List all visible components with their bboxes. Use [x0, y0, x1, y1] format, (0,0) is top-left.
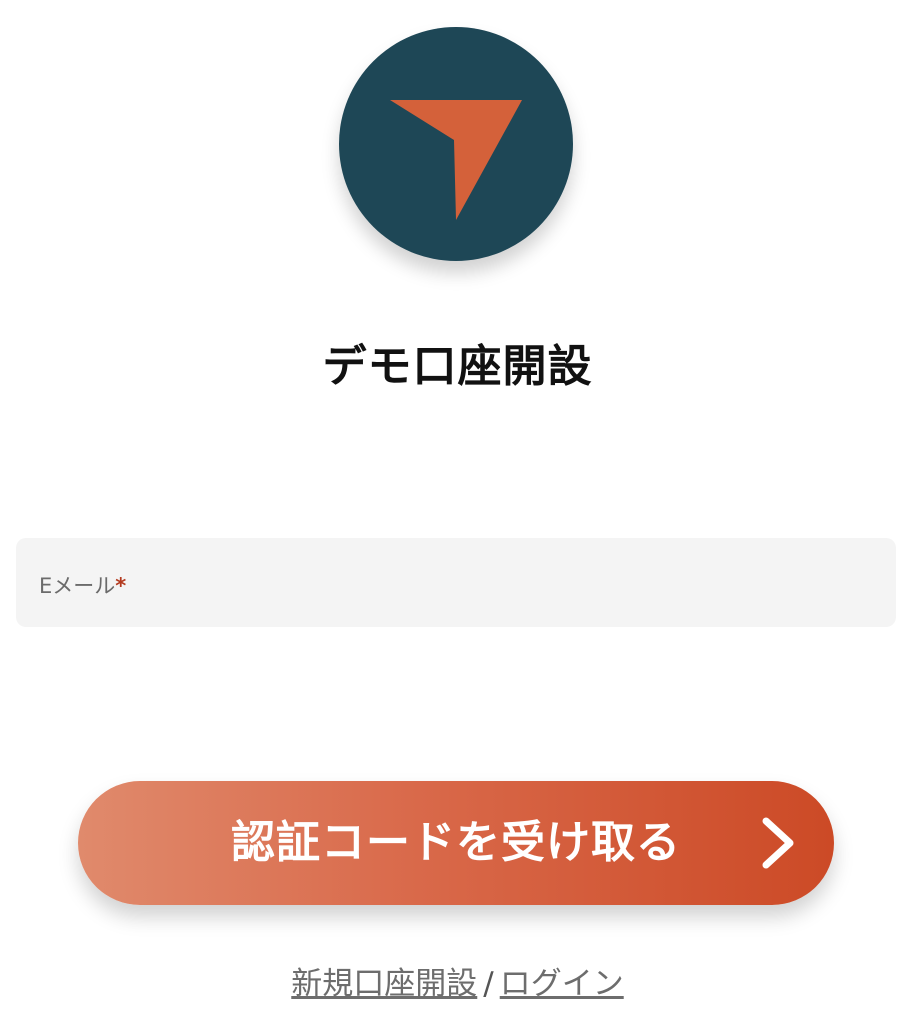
signup-link[interactable]: 新規口座開設	[291, 966, 477, 1002]
app-logo	[339, 27, 573, 261]
page-title: デモ口座開設	[322, 341, 593, 392]
login-link[interactable]: ログイン	[500, 966, 624, 1002]
link-separator: /	[483, 966, 494, 1002]
orange-arrow-icon	[390, 100, 522, 220]
get-verification-code-label: 認証コードを受け取る	[231, 817, 681, 868]
get-verification-code-button[interactable]: 認証コードを受け取る	[78, 781, 834, 905]
email-input[interactable]	[16, 538, 896, 627]
footer-links: 新規口座開設 / ログイン	[0, 958, 915, 1003]
email-field[interactable]: Eメール*	[16, 538, 896, 627]
page: デモ口座開設 Eメール* 認証コードを受け取る 新規口座開設 / ログイン	[0, 0, 915, 1024]
chevron-right-icon	[762, 817, 794, 869]
